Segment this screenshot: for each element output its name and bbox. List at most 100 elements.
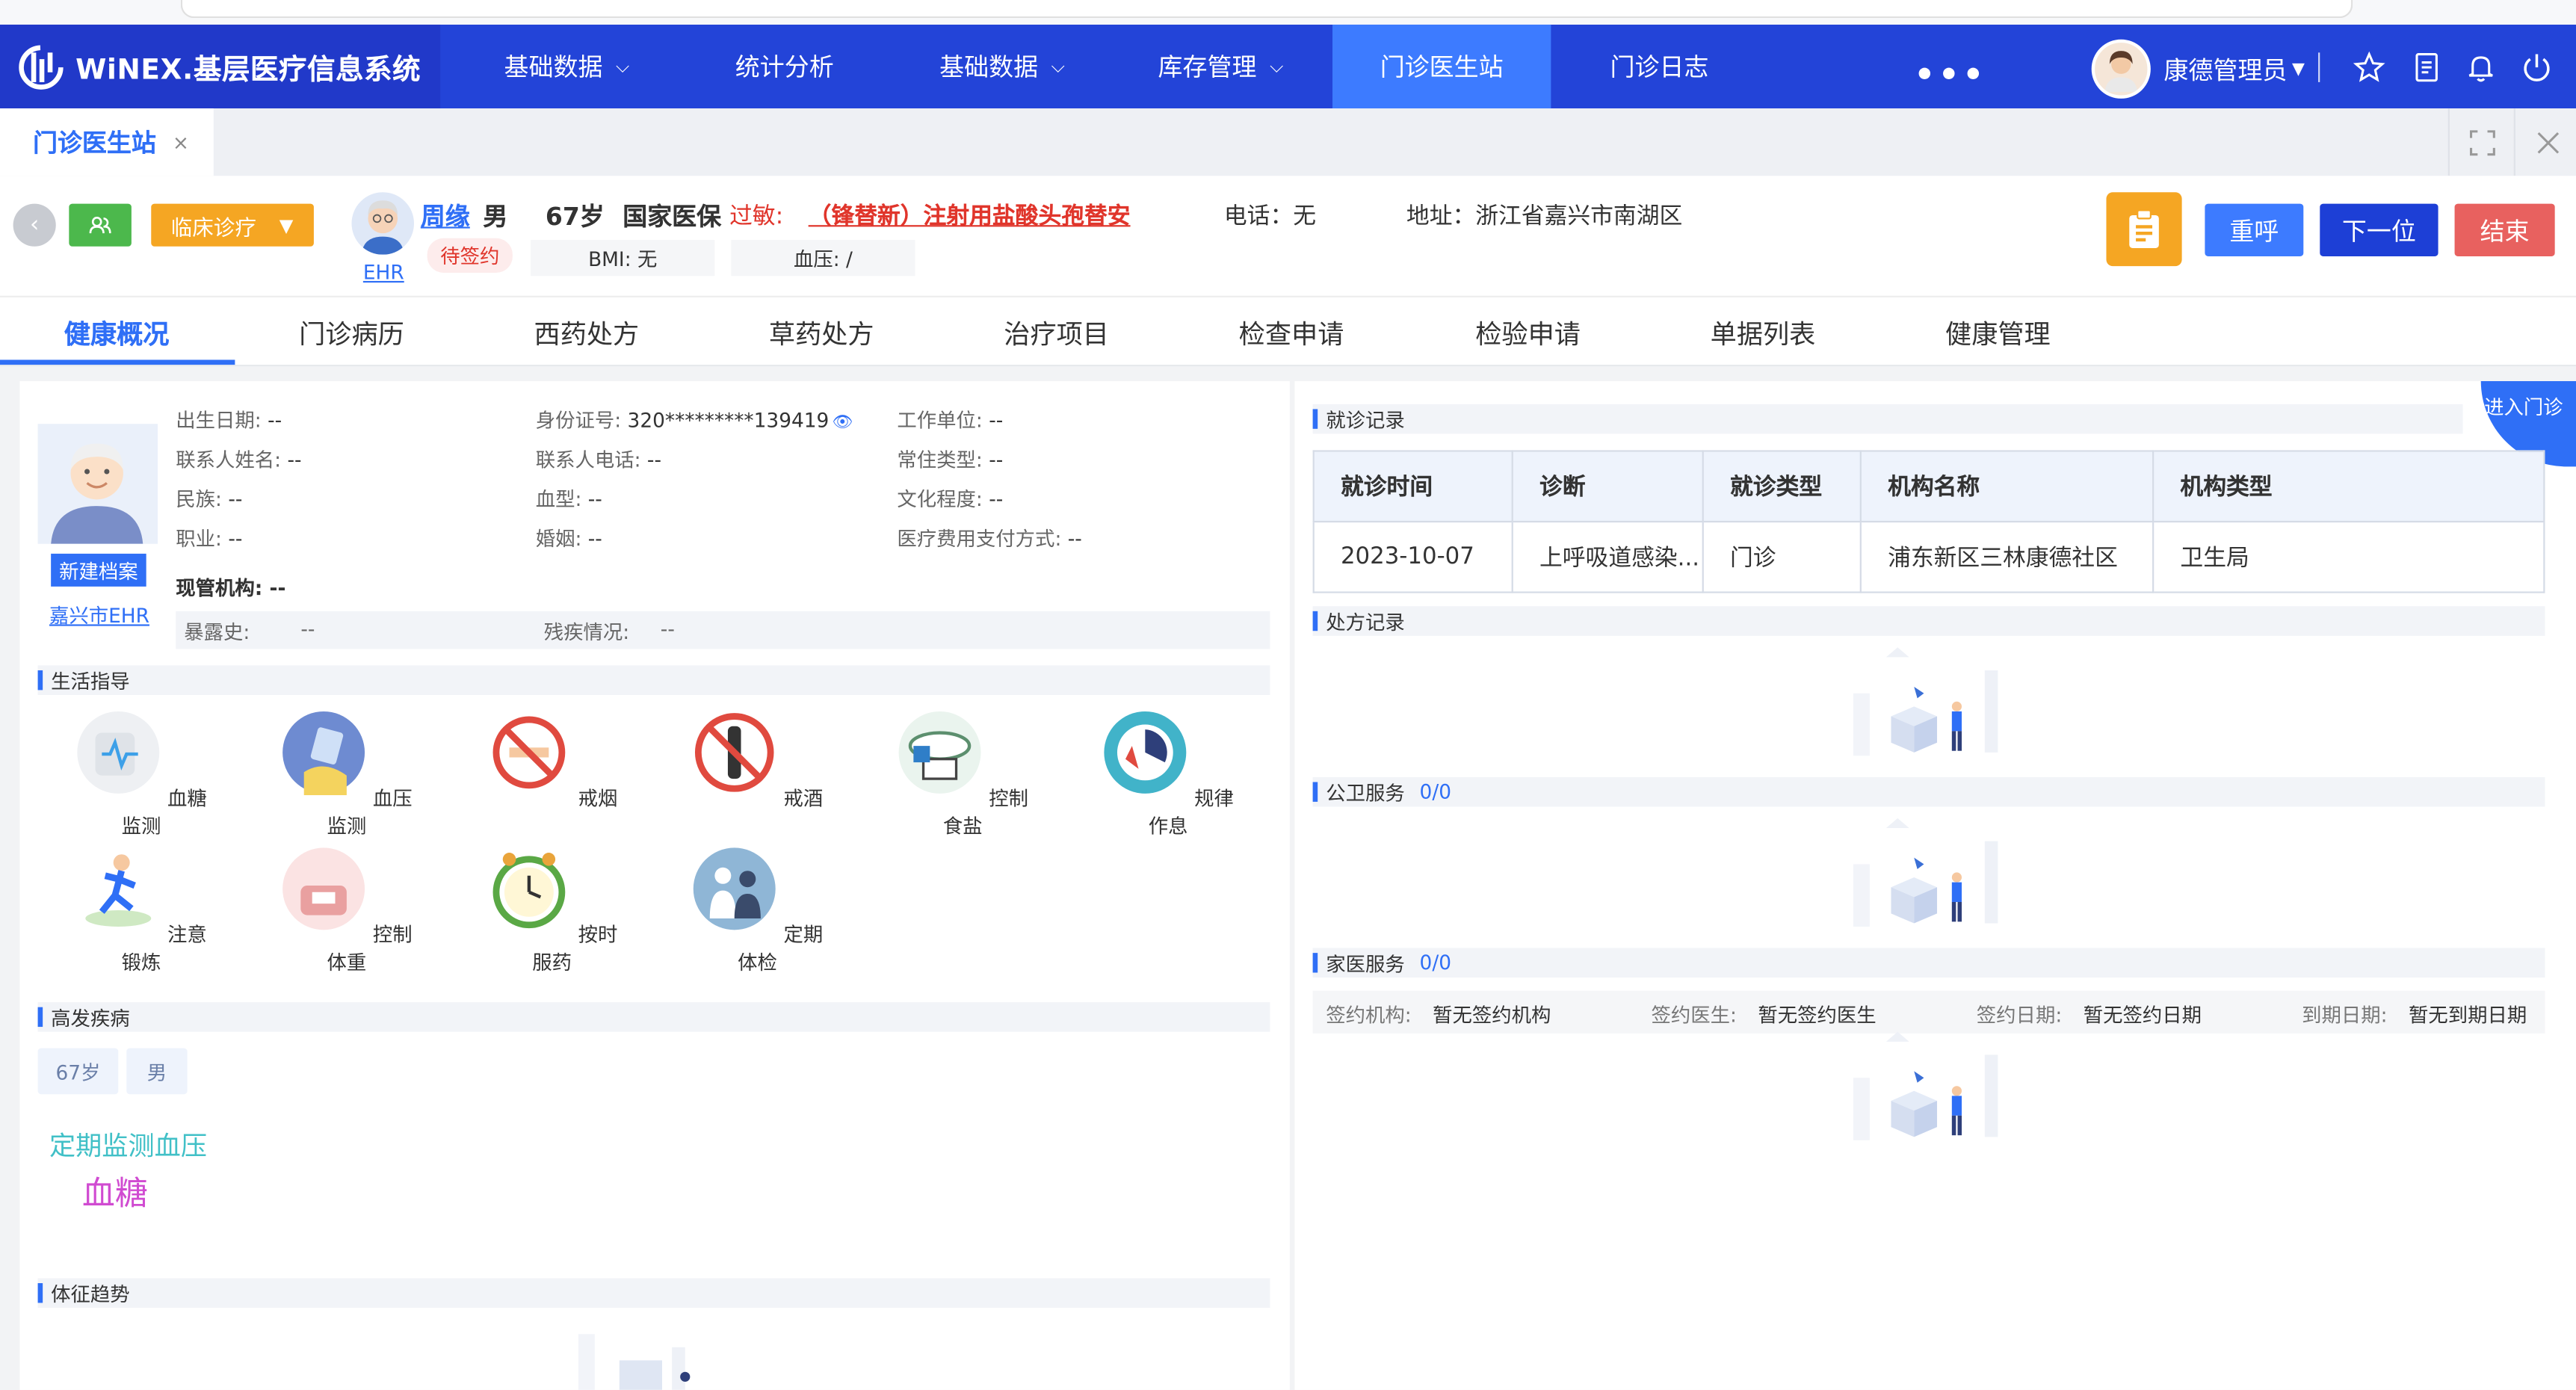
user-avatar xyxy=(2091,39,2151,99)
next-patient-button[interactable]: 下一位 xyxy=(2320,203,2438,256)
end-visit-button[interactable]: 结束 xyxy=(2454,203,2555,256)
table-cell: 浦东新区三林康德社区 xyxy=(1859,520,2155,593)
visit-records-header: 就诊记录 xyxy=(1312,404,2463,434)
section-title: 公卫服务 xyxy=(1326,781,1405,805)
chevron-down-icon: ⌵ xyxy=(1270,55,1284,77)
nav-outpatient-log[interactable]: 门诊日志 xyxy=(1578,25,1742,108)
field-value: -- xyxy=(228,487,243,511)
life-item-weight[interactable]: 控制体重 xyxy=(281,846,413,976)
divider xyxy=(2318,52,2320,82)
chevron-down-icon: ⌵ xyxy=(616,55,630,77)
disease-word-bp: 定期监测血压 xyxy=(49,1130,208,1162)
tab-herbal-rx[interactable]: 草药处方 xyxy=(769,297,874,365)
tab-exam-request[interactable]: 检查申请 xyxy=(1239,297,1344,365)
recall-button[interactable]: 重呼 xyxy=(2205,203,2304,256)
field-label: 出生日期: xyxy=(176,409,262,433)
nav-basic-data-1[interactable]: 基础数据 ⌵ xyxy=(477,25,658,108)
clipboard-button[interactable] xyxy=(2106,192,2182,267)
document-icon[interactable] xyxy=(2410,51,2443,84)
disability-label: 残疾情况: xyxy=(543,621,630,644)
nav-label: 门诊医生站 xyxy=(1380,52,1504,82)
prescription-records-header: 处方记录 xyxy=(1312,606,2545,636)
sign-status-badge[interactable]: 待签约 xyxy=(427,238,513,273)
life-item-smoking[interactable]: 戒烟 xyxy=(487,710,618,812)
more-menu-icon[interactable]: ••• xyxy=(1914,55,1987,94)
life-item-routine[interactable]: 规律作息 xyxy=(1102,710,1234,840)
life-item-alcohol[interactable]: 戒酒 xyxy=(692,710,824,812)
disease-word-glucose: 血糖 xyxy=(81,1173,148,1213)
nav-statistics[interactable]: 统计分析 xyxy=(698,25,871,108)
life-guidance-header: 生活指导 xyxy=(37,665,1270,695)
ehr-link[interactable]: EHR xyxy=(363,262,404,285)
salt-control-icon xyxy=(898,711,981,794)
public-health-count: 0/0 xyxy=(1419,780,1451,804)
nav-basic-data-2[interactable]: 基础数据 ⌵ xyxy=(912,25,1093,108)
user-menu[interactable]: 康德管理员 ▼ xyxy=(2091,39,2305,99)
contact-name-field: 联系人姓名: -- xyxy=(176,445,301,473)
back-button[interactable]: ‹ xyxy=(13,203,56,247)
life-item-bp[interactable]: 血压监测 xyxy=(281,710,413,840)
life-item-glucose[interactable]: 血糖监测 xyxy=(75,710,207,840)
column-header: 就诊类型 xyxy=(1702,450,1862,523)
field-value: -- xyxy=(587,527,602,551)
blood-pressure-icon xyxy=(282,711,365,796)
caret-down-icon: ▼ xyxy=(279,214,294,236)
section-title: 就诊记录 xyxy=(1326,408,1405,432)
vital-trends-header: 体征趋势 xyxy=(37,1278,1270,1309)
bell-icon[interactable] xyxy=(2465,51,2498,84)
tab-health-management[interactable]: 健康管理 xyxy=(1945,297,2051,365)
sign-date-value: 暂无签约日期 xyxy=(2083,1004,2202,1028)
field-value: -- xyxy=(287,448,302,472)
nav-label: 库存管理 xyxy=(1158,52,1257,82)
managing-org-field: 现管机构: -- xyxy=(176,573,285,601)
ehr-city-link[interactable]: 嘉兴市EHR xyxy=(49,602,149,629)
field-value: -- xyxy=(646,448,661,472)
close-all-icon[interactable] xyxy=(2513,108,2576,176)
section-title: 处方记录 xyxy=(1326,610,1405,634)
close-icon[interactable]: × xyxy=(173,131,189,154)
tab-outpatient-station[interactable]: 门诊医生站 × xyxy=(0,108,214,176)
life-item-label: 戒烟 xyxy=(578,787,618,810)
address-bar[interactable] xyxy=(180,0,2353,19)
column-header: 机构名称 xyxy=(1859,450,2155,523)
field-label: 血型: xyxy=(535,487,582,511)
clinical-dropdown-button[interactable]: 临床诊疗 ▼ xyxy=(151,203,314,247)
nav-inventory[interactable]: 库存管理 ⌵ xyxy=(1131,25,1312,108)
patient-avatar xyxy=(351,192,415,255)
power-icon[interactable] xyxy=(2520,51,2553,84)
tab-document-list[interactable]: 单据列表 xyxy=(1711,297,1816,365)
fullscreen-icon[interactable] xyxy=(2447,108,2515,176)
table-cell: 门诊 xyxy=(1702,520,1862,593)
tab-western-rx[interactable]: 西药处方 xyxy=(534,297,640,365)
tab-treatment[interactable]: 治疗项目 xyxy=(1004,297,1109,365)
field-label: 工作单位: xyxy=(897,409,983,433)
life-item-exercise[interactable]: 注意锻炼 xyxy=(75,846,207,976)
field-value: -- xyxy=(587,487,602,511)
new-record-button[interactable]: 新建档案 xyxy=(51,553,146,587)
allergy-value[interactable]: （锋替新）注射用盐酸头孢替安 xyxy=(809,199,1131,232)
section-title: 家医服务 xyxy=(1326,952,1405,975)
glucose-monitor-icon xyxy=(77,711,160,794)
nav-outpatient-station[interactable]: 门诊医生站 xyxy=(1332,24,1551,109)
sign-doctor-value: 暂无签约医生 xyxy=(1758,1004,1877,1028)
patient-name[interactable]: 周缘 xyxy=(421,199,470,233)
eye-icon[interactable]: 👁 xyxy=(833,414,853,432)
tab-lab-request[interactable]: 检验申请 xyxy=(1475,297,1581,365)
weight-scale-icon xyxy=(282,847,365,930)
nav-label: 门诊日志 xyxy=(1610,52,1709,82)
table-row[interactable]: 2023-10-07 上呼吸道感染... 门诊 浦东新区三林康德社区 卫生局 xyxy=(1312,520,2545,593)
no-alcohol-icon xyxy=(695,713,774,792)
field-label: 民族: xyxy=(176,487,222,511)
app-logo[interactable]: WiNEX.基层医疗信息系统 xyxy=(0,24,441,109)
field-value: 320*********139419 xyxy=(627,409,830,433)
bp-value: 血压: / xyxy=(793,247,853,271)
patient-list-button[interactable] xyxy=(69,203,132,247)
tab-outpatient-record[interactable]: 门诊病历 xyxy=(299,297,404,365)
star-icon[interactable] xyxy=(2353,51,2385,84)
life-item-salt[interactable]: 控制食盐 xyxy=(897,710,1028,840)
life-item-medication[interactable]: 按时服药 xyxy=(487,846,618,976)
field-label: 文化程度: xyxy=(897,487,983,511)
life-item-checkup[interactable]: 定期体检 xyxy=(692,846,824,976)
caret-down-icon: ▼ xyxy=(2291,60,2305,78)
tab-health-overview[interactable]: 健康概况 xyxy=(64,297,170,365)
